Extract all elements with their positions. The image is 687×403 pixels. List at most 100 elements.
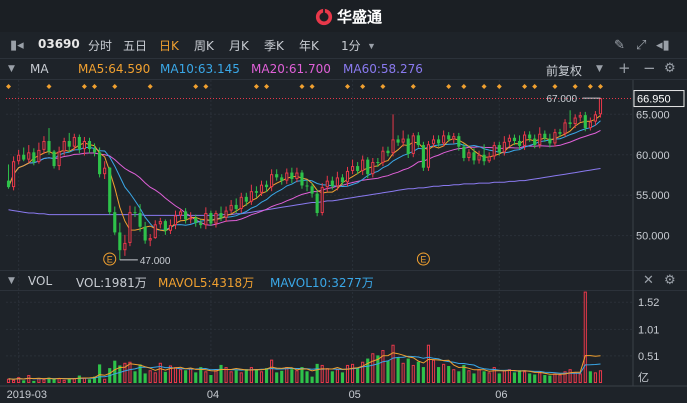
candle-body [588,121,592,129]
volume-bar [17,377,21,384]
candle [72,133,76,151]
volume-bar [98,364,102,383]
candle-body [82,141,86,150]
volume-bar [350,363,355,383]
volume-bar [229,371,233,383]
candle-body [234,204,238,209]
event-diamond-icon [597,84,603,89]
candle-body [123,242,127,251]
candle-body [254,191,259,193]
expand-panel-icon[interactable]: ◂▮ [656,37,670,53]
price-adjust-select[interactable]: 前复权 [546,62,582,79]
minimize-icon[interactable]: − [643,59,656,77]
draw-pen-icon[interactable]: ✎ [614,37,625,53]
candle-body [259,184,264,193]
candle-body [32,152,36,163]
tab-weekly-k[interactable]: 周K [194,37,214,54]
candlesticks [6,98,603,260]
volume-bar [199,367,203,383]
volume-bar [52,378,56,383]
volume-bar [416,361,420,383]
adjust-chevron-icon[interactable]: ▼ [596,64,603,74]
volume-bar [578,373,582,384]
price-tick-label: 65.000 [636,109,670,121]
volume-bar [376,355,380,383]
candle-body [482,154,486,162]
tab-monthly-k[interactable]: 月K [229,37,249,54]
candle-body [325,180,329,188]
volume-bar [573,372,577,384]
volume-bar [244,369,248,383]
candle-body [437,139,441,144]
ma60-line [8,168,601,216]
vol-collapse-icon[interactable]: ▼ [8,276,15,286]
collapse-panel-icon[interactable]: ▮◂ [10,37,24,53]
candle [457,132,461,151]
candle [173,210,178,230]
candle-body [366,159,370,175]
vol-settings-gear-icon[interactable]: ⚙ [664,273,676,288]
candle [533,134,537,149]
candle [386,146,390,157]
candle [153,220,157,239]
tab-daily-k[interactable]: 日K [159,37,179,54]
candle-body [209,212,213,224]
candle-body [87,141,92,150]
ma20-value: MA20:61.700 [251,62,331,76]
chevron-down-icon[interactable]: ▼ [367,41,376,51]
candle [523,131,527,150]
vol-label[interactable]: VOL [28,274,52,288]
tab-yearly-k[interactable]: 年K [299,37,319,54]
tab-five-day[interactable]: 五日 [123,37,147,54]
ma-collapse-icon[interactable]: ▼ [8,64,15,74]
event-diamond-icon [552,84,558,89]
candle [108,166,112,215]
volume-bar [92,376,97,383]
volume-bar [335,369,339,384]
candle-body [452,136,456,140]
candle [583,111,587,132]
settings-gear-icon[interactable]: ⚙ [664,61,676,76]
candle [573,114,577,129]
candle [340,174,345,186]
candle-body [224,210,228,218]
candle-body [133,212,137,214]
candle-body [158,221,162,225]
close-icon[interactable]: ✕ [643,273,654,288]
price-axis: 65.000 60.000 55.000 50.000 66.950 1.52 1.01 0.… [6,90,685,401]
candle [507,134,511,147]
candle [416,132,420,148]
volume-bar [325,368,329,383]
candle [361,155,365,175]
fullscreen-icon[interactable]: ⤢ [636,37,646,53]
tab-intraday[interactable]: 分时 [88,37,112,54]
candle-body [391,139,395,154]
candle [421,141,425,171]
stock-code: 03690 [38,37,80,51]
event-diamond-icon [264,84,270,89]
volume-bar [517,370,522,383]
candle [32,148,36,166]
tab-quarterly-k[interactable]: 季K [264,37,284,54]
candle [325,175,329,192]
volume-bar [214,369,218,384]
volume-bar [254,369,259,383]
ma-label[interactable]: MA [30,62,49,76]
volume-bar [72,378,76,383]
volume-bar [82,377,86,383]
candle-body [431,139,436,145]
candle [270,169,274,192]
volume-bar [497,373,501,383]
tab-minute-select[interactable]: 1分 [341,37,361,54]
volume-bar [320,364,324,383]
candle [350,159,355,175]
candle-body [558,132,562,134]
volume-bar [386,360,390,383]
candle-body [214,212,218,224]
event-diamond-icon [112,84,118,89]
candle-body [517,141,522,146]
candle-body [487,156,491,162]
candle [447,132,451,142]
add-indicator-icon[interactable]: + [618,59,631,77]
volume-bar [396,357,400,383]
